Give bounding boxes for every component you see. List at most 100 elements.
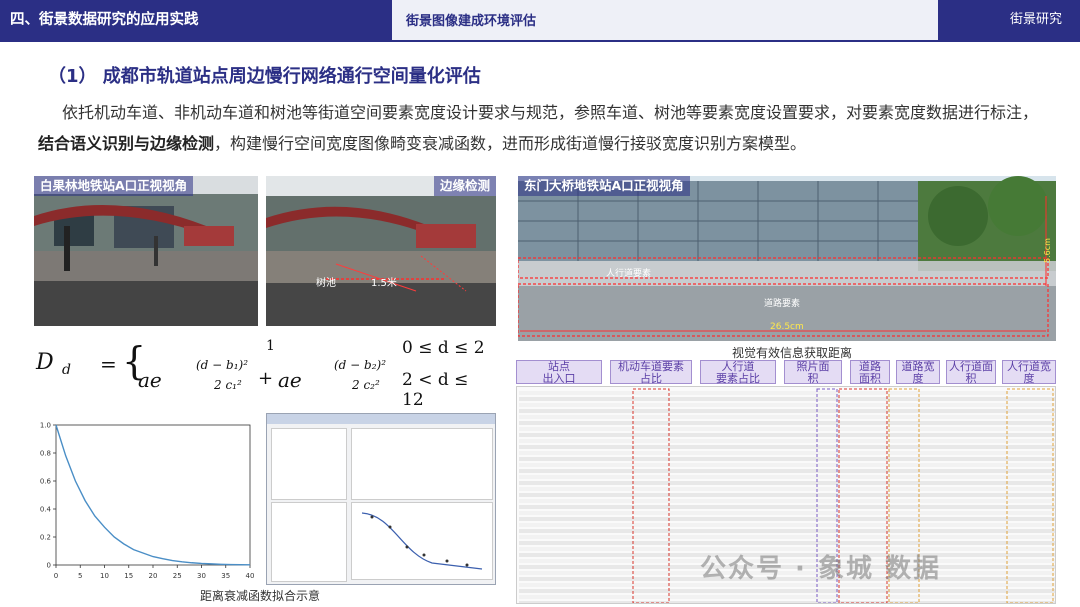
panorama-height-label: 5.6cm	[1042, 238, 1052, 263]
paragraph-part1: 依托机动车道、非机动车道和树池等街道空间要素宽度设计要求与规范，参照车道、树池等…	[62, 103, 1039, 122]
y-tick-label: 0	[47, 562, 51, 570]
table-row	[519, 439, 1055, 443]
table-row	[519, 403, 1055, 407]
x-tick-label: 40	[246, 572, 255, 580]
table-row	[519, 517, 1055, 521]
panorama-caption: 视觉有效信息获取距离	[732, 346, 853, 360]
table-header-walk-area: 人行道面 积	[946, 360, 996, 385]
y-tick-label: 0.6	[40, 478, 52, 486]
chart-frame	[55, 424, 251, 566]
table-row	[519, 523, 1055, 527]
table-row	[519, 475, 1055, 479]
formula-one: 1	[266, 338, 275, 354]
formula-plus: +	[258, 368, 274, 389]
table-row	[519, 493, 1055, 497]
y-tick-label: 0.4	[40, 506, 52, 514]
software-results-panel	[271, 502, 347, 582]
table-header-walk: 人行道 要素占比	[700, 360, 776, 385]
table-header-photo-area: 照片面 积	[784, 360, 842, 385]
body-paragraph: 依托机动车道、非机动车道和树池等街道空间要素宽度设计要求与规范，参照车道、树池等…	[38, 97, 1048, 159]
formula-lhs: D	[36, 350, 54, 375]
table-row	[519, 409, 1055, 413]
table-row	[519, 433, 1055, 437]
table-row	[519, 487, 1055, 491]
formula-cond1: 0 ≤ d ≤ 2	[402, 338, 485, 358]
road-element-label: 道路要素	[764, 299, 801, 309]
decay-formula: D d = { 1 ae (d − b₁)² 2 c₁² + ae (d − b…	[34, 338, 490, 410]
formula-exp2-num: (d − b₂)²	[334, 358, 387, 372]
station-photo-baiguolin: 白果林地铁站A口正视视角	[34, 176, 258, 326]
table-row	[519, 541, 1055, 545]
photo1-label: 白果林地铁站A口正视视角	[34, 176, 194, 196]
table-header-station: 站点 出入口	[516, 360, 602, 385]
x-tick-label: 15	[124, 572, 133, 580]
table-header-station-label: 站点 出入口	[542, 360, 576, 385]
formula-exp1-den: 2 c₁²	[214, 378, 242, 392]
software-fit-plot	[351, 502, 493, 580]
photo3-label: 东门大桥地铁站A口正视视角	[518, 176, 690, 196]
y-tick-label: 0.2	[40, 534, 51, 542]
header-bar: 四、街景数据研究的应用实践 街景图像建成环境评估 街景研究	[0, 0, 1080, 40]
table-header-motor-label: 机动车道要素 占比	[618, 360, 684, 385]
formula-exp2-den: 2 c₂²	[352, 378, 380, 392]
category-label: 街景研究	[938, 0, 1080, 40]
decay-curve-series	[55, 424, 251, 566]
table-header-photo-area-label: 照片面 积	[796, 360, 830, 385]
table-row	[519, 421, 1055, 425]
decay-chart: 0 5 10 15 20 25 30 35 40 0 0.2 0.4 0.6 0.8 1.0	[34, 415, 258, 585]
paragraph-part2: ，构建慢行空间宽度图像畸变衰减函数，进而形成街道慢行接驳宽度识别方案模型。	[214, 134, 807, 153]
software-right-panel	[351, 428, 493, 500]
formula-lhs-arg: d	[62, 362, 71, 378]
y-tick-label: 0.8	[40, 450, 51, 458]
subsection-title: 街景图像建成环境评估	[392, 0, 938, 40]
x-tick-label: 25	[173, 572, 182, 580]
panorama-image	[518, 176, 1056, 341]
formula-exp1-num: (d − b₁)²	[196, 358, 249, 372]
software-left-panel	[271, 428, 347, 500]
paragraph-bold: 结合语义识别与边缘检测	[38, 134, 215, 153]
table-header-road-area: 道路 面积	[850, 360, 890, 385]
table-row	[519, 535, 1055, 539]
edge-detection-image	[266, 176, 496, 326]
table-row	[519, 469, 1055, 473]
slide-title: （1） 成都市轨道站点周边慢行网络通行空间量化评估	[48, 66, 481, 87]
table-row	[519, 505, 1055, 509]
table-header-walk-width: 人行道宽 度	[1002, 360, 1056, 385]
formula-ae-1: ae	[138, 368, 162, 392]
table-row	[519, 445, 1055, 449]
table-row	[519, 451, 1055, 455]
table-header-walk-area-label: 人行道面 积	[949, 360, 993, 385]
table-header-walk-width-label: 人行道宽 度	[1007, 360, 1051, 385]
table-header-road-width-label: 道路宽 度	[901, 360, 935, 385]
street-scene-image	[34, 176, 258, 326]
formula-equals: =	[100, 352, 117, 376]
x-tick-label: 35	[221, 572, 230, 580]
sidewalk-element-label: 人行道要素	[606, 269, 652, 279]
watermark: 公众号 · 象城 数据	[700, 554, 942, 584]
chart-caption: 距离衰减函数拟合示意	[200, 589, 321, 603]
table-header-road-width: 道路宽 度	[896, 360, 940, 385]
table-row	[519, 397, 1055, 401]
decay-chart-svg: 0 5 10 15 20 25 30 35 40 0 0.2 0.4 0.6 0.8 1.0	[40, 422, 255, 581]
table-row	[519, 595, 1055, 599]
y-tick-label: 1.0	[40, 422, 51, 430]
width-label: 1.5米	[371, 278, 397, 289]
table-row	[519, 415, 1055, 419]
table-row	[519, 427, 1055, 431]
x-tick-label: 20	[149, 572, 158, 580]
photo2-label: 边缘检测	[433, 176, 496, 196]
formula-cond2: 2 < d ≤ 12	[402, 370, 469, 410]
x-tick-label: 30	[197, 572, 206, 580]
table-row	[519, 463, 1055, 467]
table-row	[519, 391, 1055, 395]
software-titlebar	[267, 414, 495, 424]
table-row	[519, 529, 1055, 533]
header-divider	[0, 40, 1080, 42]
station-photo-dongmen: 东门大桥地铁站A口正视视角 人行道要素 道路要素 26.5cm 5.6cm	[518, 176, 1056, 341]
table-header-motor: 机动车道要素 占比	[610, 360, 692, 385]
edge-detection-photo: 边缘检测 树池 1.5米	[266, 176, 496, 326]
table-row	[519, 589, 1055, 593]
x-tick-label: 10	[100, 572, 109, 580]
section-title: 四、街景数据研究的应用实践	[0, 0, 392, 40]
table-row	[519, 511, 1055, 515]
